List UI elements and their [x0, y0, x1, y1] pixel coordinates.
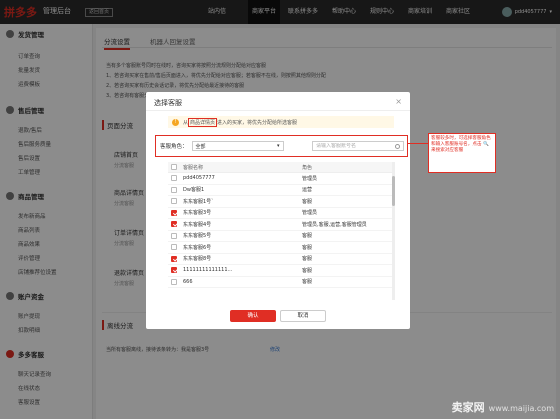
table-row[interactable]: 东东客服6号 客服: [168, 242, 394, 254]
agent-name: 东东客服4号: [183, 221, 212, 228]
select-all-checkbox[interactable]: [171, 164, 177, 170]
table-row[interactable]: 东东客服5号 客服: [168, 231, 394, 242]
row-checkbox[interactable]: [171, 198, 177, 205]
column-header-name: 客服名称: [183, 164, 204, 171]
agent-table: 客服名称 角色 pdd4057777 管理员 Dw客服1 运营 东东客服1号` 客服 东东客…: [168, 162, 394, 288]
watermark-url: www.maijia.com: [488, 404, 554, 413]
agent-name: 11111111111111...: [183, 267, 233, 274]
agent-role: 运营: [302, 187, 313, 194]
dialog-title: 选择客服: [154, 99, 182, 107]
agent-name: 666: [183, 278, 193, 285]
agent-role: 管理员,客服,运营,客服管理员: [302, 221, 367, 228]
agent-role: 客服: [302, 244, 313, 251]
column-header-role: 角色: [302, 164, 313, 171]
agent-name: 东东客服6号: [183, 244, 212, 251]
agent-role: 管理员: [302, 175, 318, 182]
watermark: 卖家网 www.maijia.com: [452, 399, 554, 415]
tip-bar: ! 从 商品详情页 进入的买家，将优先分配给所选客服: [168, 116, 394, 128]
confirm-button[interactable]: 确认: [230, 310, 276, 322]
scrollbar-thumb[interactable]: [392, 176, 395, 206]
table-header: 客服名称 角色: [168, 162, 394, 173]
row-checkbox[interactable]: [171, 186, 177, 193]
table-scrollbar[interactable]: [392, 162, 395, 300]
watermark-main: 卖家网: [451, 401, 485, 414]
agent-name: pdd4057777: [183, 175, 215, 182]
close-icon[interactable]: ×: [395, 97, 402, 106]
row-checkbox[interactable]: [171, 278, 177, 285]
agent-role: 客服: [302, 279, 313, 286]
row-checkbox[interactable]: [171, 175, 177, 182]
row-checkbox[interactable]: [171, 267, 177, 274]
table-row[interactable]: 11111111111111... 客服: [168, 265, 394, 277]
agent-name: Dw客服1: [183, 187, 205, 194]
tip-highlight: 商品详情页: [188, 117, 218, 127]
agent-role: 客服: [302, 267, 313, 274]
table-row[interactable]: 东东客服3号 管理员: [168, 208, 394, 219]
annotation-highlight-box: [155, 135, 408, 157]
agent-name: 东东客服1号`: [183, 198, 214, 205]
row-checkbox[interactable]: [171, 209, 177, 216]
table-row[interactable]: 东东客服4号 管理员,客服,运营,客服管理员: [168, 219, 394, 231]
agent-role: 客服: [302, 256, 313, 263]
row-checkbox[interactable]: [171, 232, 177, 239]
annotation-connector: [408, 143, 428, 144]
agent-name: 东东客服8号: [183, 256, 212, 263]
agent-name: 东东客服3号: [183, 210, 212, 217]
table-row[interactable]: 666 客服: [168, 277, 394, 288]
row-checkbox[interactable]: [171, 221, 177, 228]
divider: [146, 110, 410, 111]
cancel-button[interactable]: 取消: [280, 310, 326, 322]
table-row[interactable]: pdd4057777 管理员: [168, 173, 394, 185]
tip-suffix: 进入的买家，将优先分配给所选客服: [217, 119, 298, 126]
annotation-note: 客服较多时，可选择客服角色和输入客服账号名，点击 🔍 来搜索对应客服: [428, 133, 496, 173]
row-checkbox[interactable]: [171, 255, 177, 262]
agent-role: 客服: [302, 233, 313, 240]
row-checkbox[interactable]: [171, 244, 177, 251]
agent-role: 客服: [302, 198, 313, 205]
warning-icon: !: [172, 118, 179, 126]
table-row[interactable]: 东东客服1号` 客服: [168, 196, 394, 208]
agent-name: 东东客服5号: [183, 233, 212, 240]
table-row[interactable]: 东东客服8号 客服: [168, 254, 394, 265]
select-agent-dialog: 选择客服 × ! 从 商品详情页 进入的买家，将优先分配给所选客服 客服角色： …: [146, 92, 410, 329]
table-row[interactable]: Dw客服1 运营: [168, 185, 394, 196]
agent-role: 管理员: [302, 210, 318, 217]
